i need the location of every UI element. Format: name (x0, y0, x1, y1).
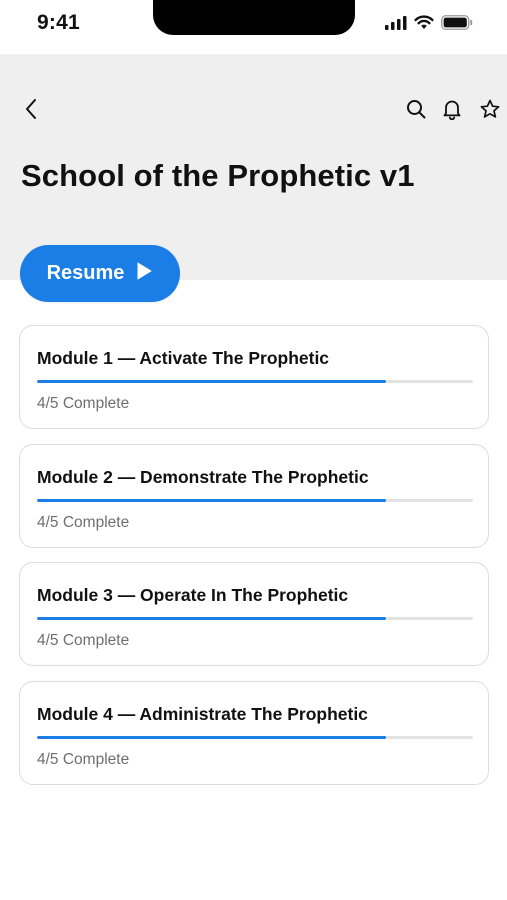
module-progress-fill (37, 617, 386, 620)
battery-icon (441, 15, 473, 35)
module-title: Module 1 — Activate The Prophetic (37, 348, 330, 368)
bell-icon (441, 98, 463, 125)
back-button[interactable] (18, 98, 44, 124)
module-status: 4/5 Complete (37, 513, 130, 531)
module-title: Module 3 — Operate In The Prophetic (37, 585, 349, 605)
search-button[interactable] (404, 99, 428, 123)
module-status: 4/5 Complete (37, 632, 130, 649)
signal-icon (385, 15, 407, 35)
module-card[interactable]: Module 1 — Activate The Prophetic 4/5 Co… (19, 325, 489, 429)
device-notch (153, 0, 355, 35)
module-progress-fill (37, 380, 386, 383)
module-card[interactable]: Module 3 — Operate In The Prophetic 4/5 … (19, 562, 489, 666)
module-progress-fill (37, 498, 386, 502)
play-icon (136, 261, 153, 287)
wifi-icon (414, 15, 434, 35)
page-title: School of the Prophetic v1 (21, 158, 415, 193)
module-progress-fill (37, 735, 386, 739)
module-list: Module 1 — Activate The Prophetic 4/5 Co… (19, 325, 489, 799)
favorite-button[interactable] (478, 99, 502, 123)
module-status: 4/5 Complete (37, 395, 130, 412)
module-status: 4/5 Complete (37, 750, 130, 768)
notifications-button[interactable] (440, 99, 464, 123)
status-icons (385, 15, 473, 35)
resume-button-label: Resume (46, 262, 125, 284)
module-title: Module 2 — Demonstrate The Prophetic (37, 466, 369, 487)
resume-button[interactable]: Resume (20, 245, 180, 302)
status-bar: 9:41 (0, 0, 507, 54)
module-progress-bar (37, 498, 473, 502)
star-icon (479, 98, 501, 125)
module-progress-bar (37, 380, 473, 383)
module-progress-bar (37, 617, 473, 620)
module-progress-bar (37, 735, 473, 739)
module-card[interactable]: Module 4 — Administrate The Prophetic 4/… (19, 680, 489, 785)
search-icon (405, 98, 427, 125)
status-time: 9:41 (37, 11, 80, 34)
module-card[interactable]: Module 2 — Demonstrate The Prophetic 4/5… (19, 443, 489, 548)
chevron-left-icon (24, 98, 38, 125)
module-title: Module 4 — Administrate The Prophetic (37, 703, 368, 724)
